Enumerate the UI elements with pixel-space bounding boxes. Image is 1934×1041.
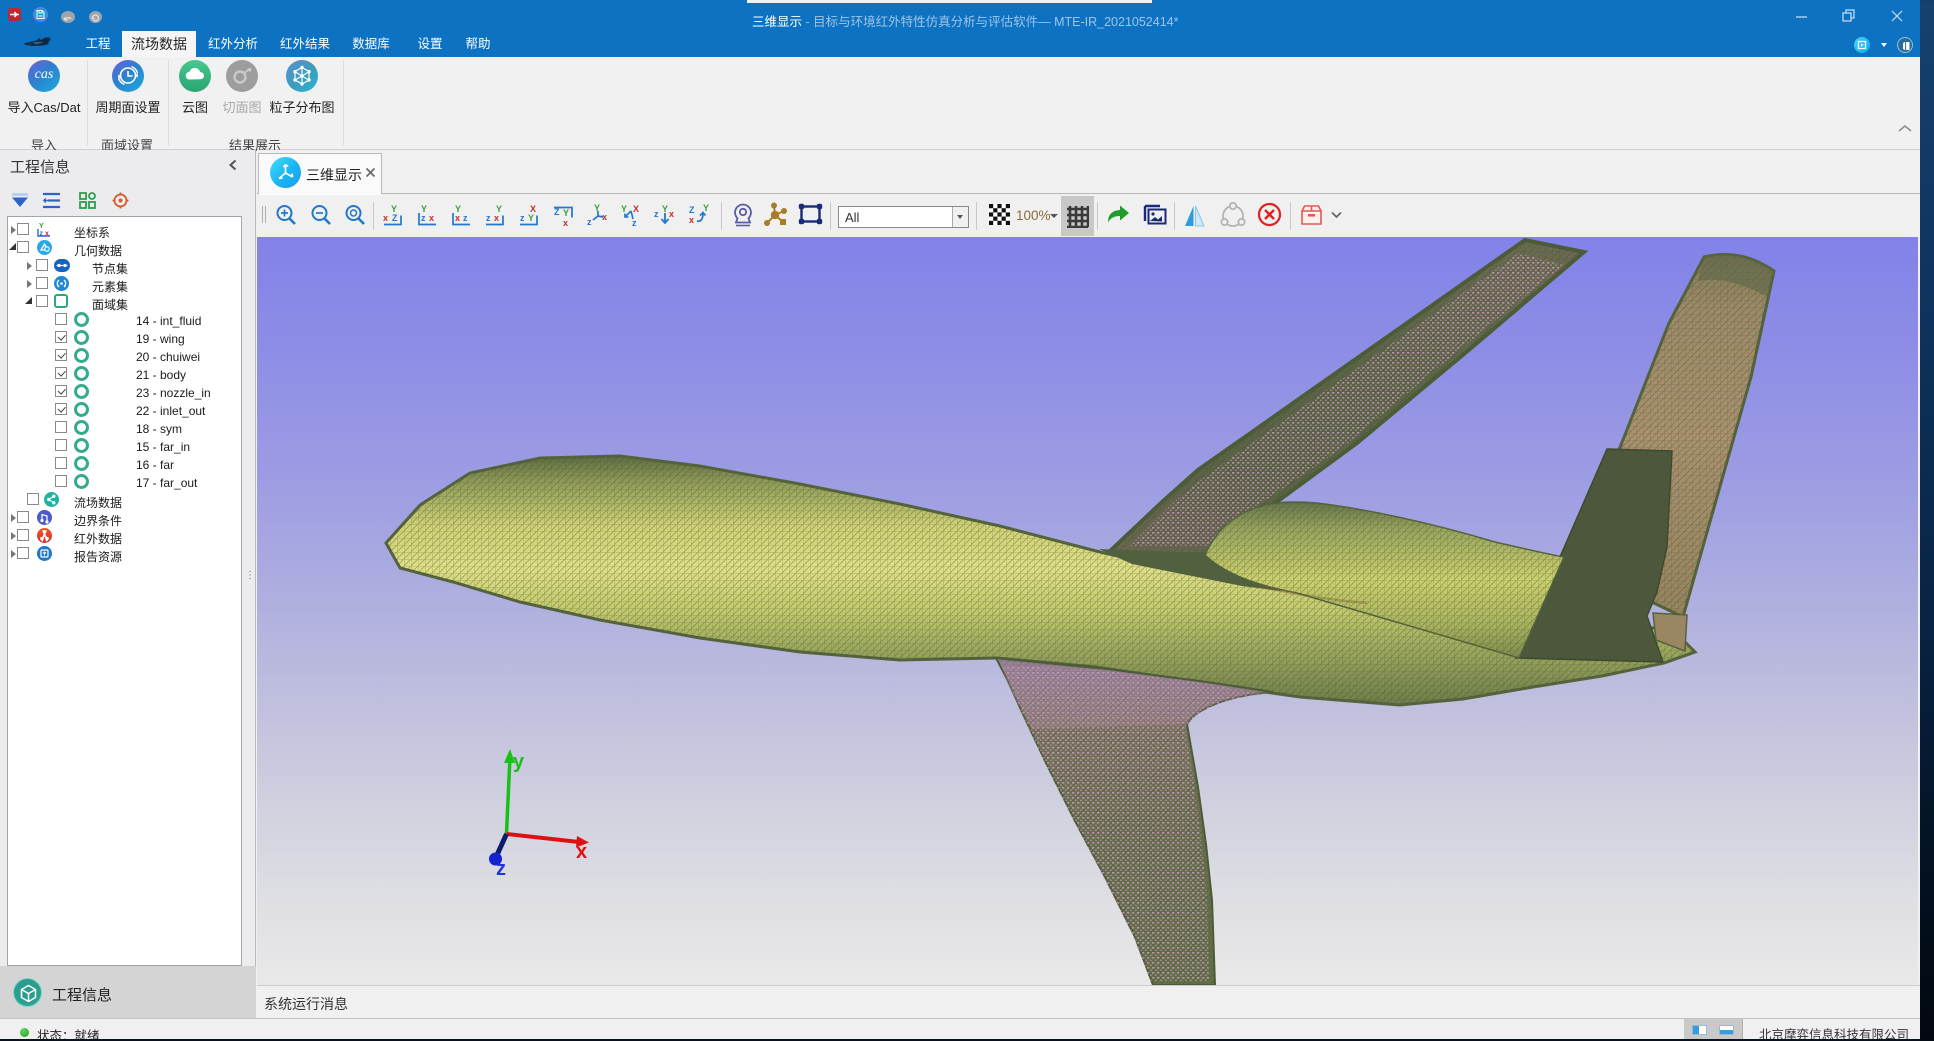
svg-text:x: x: [576, 841, 587, 863]
svg-text:z: z: [463, 213, 468, 223]
svg-text:z: z: [654, 209, 659, 219]
svg-text:Y: Y: [703, 203, 709, 213]
svg-text:X: X: [633, 204, 639, 214]
svg-text:z: z: [486, 213, 491, 223]
svg-text:Y: Y: [563, 208, 569, 218]
svg-text:z: z: [40, 231, 44, 238]
svg-text:Z: Z: [689, 205, 695, 215]
svg-text:x: x: [383, 213, 388, 223]
svg-text:x: x: [689, 215, 694, 225]
svg-text:z: z: [496, 858, 506, 880]
svg-text:x: x: [494, 213, 499, 223]
svg-text:Y: Y: [528, 213, 534, 223]
svg-text:x: x: [45, 231, 49, 238]
svg-text:Z: Z: [392, 213, 398, 223]
svg-text:x: x: [429, 213, 434, 223]
svg-text:Y: Y: [594, 203, 600, 213]
svg-text:z: z: [632, 218, 637, 228]
svg-text:x: x: [669, 209, 674, 219]
svg-text:Z: Z: [554, 207, 560, 217]
svg-text:x: x: [563, 218, 568, 228]
svg-text:Y: Y: [621, 204, 627, 214]
svg-text:Y: Y: [39, 223, 44, 230]
svg-text:z: z: [421, 213, 426, 223]
svg-text:z: z: [520, 213, 525, 223]
svg-text:z: z: [587, 217, 592, 227]
svg-text:Y: Y: [662, 204, 668, 214]
svg-text:y: y: [513, 751, 525, 773]
svg-text:x: x: [455, 213, 460, 223]
